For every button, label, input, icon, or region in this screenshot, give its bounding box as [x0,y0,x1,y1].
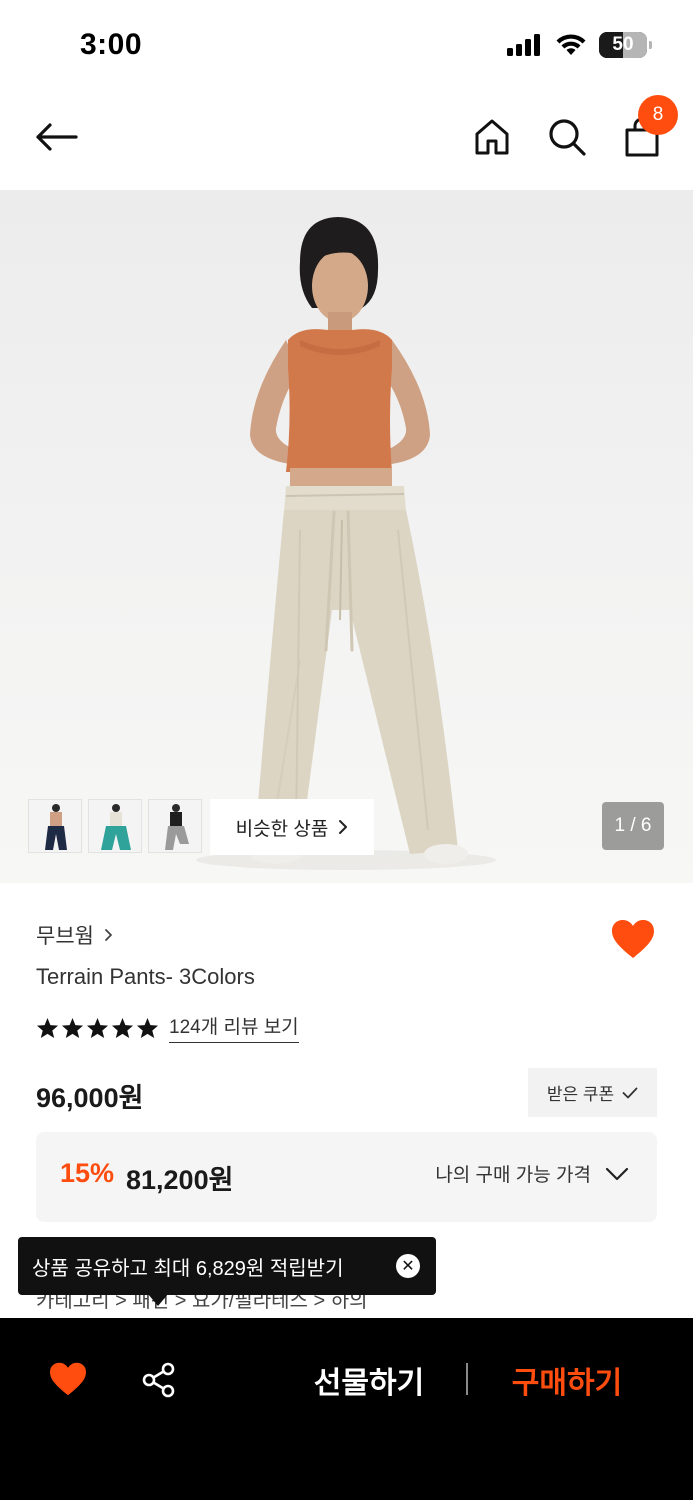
home-button[interactable] [468,112,516,162]
status-icons: 50 [507,32,652,58]
chevron-right-icon [105,929,112,941]
status-time: 3:00 [80,28,143,61]
product-name: Terrain Pants- 3Colors [36,964,255,989]
image-page-indicator: 1 / 6 [602,802,664,850]
my-price-label: 나의 구매 가능 가격 [435,1165,591,1186]
battery-level: 50 [612,34,634,55]
chevron-right-icon [339,820,348,834]
wifi-icon [556,34,586,55]
rating-stars [36,1017,159,1039]
thumbnail-gray[interactable] [148,799,202,853]
share-reward-text: 상품 공유하고 최대 6,829원 적립받기 [32,1257,344,1280]
battery-icon: 50 [599,32,652,58]
bottom-wishlist-button[interactable] [48,1361,88,1402]
original-price: 96,000원 [36,1083,144,1113]
rating-row: 124개 리뷰 보기 [36,1012,299,1043]
thumbnail-navy[interactable] [28,799,82,853]
tooltip-arrow [148,1294,168,1306]
star-icon [111,1017,134,1038]
arrow-left-icon [36,123,78,151]
discount-price: 81,200원 [126,1165,234,1195]
received-coupon-button[interactable]: 받은 쿠폰 [528,1068,657,1117]
buy-button[interactable]: 구매하기 [494,1352,640,1408]
thumbnail-teal[interactable] [88,799,142,853]
color-thumbnails [28,799,202,853]
similar-products-button[interactable]: 비슷한 상품 [210,799,374,855]
star-icon [61,1017,84,1038]
thumbnail-teal-image [101,804,131,850]
heart-icon [50,1362,86,1396]
review-link[interactable]: 124개 리뷰 보기 [169,1012,299,1043]
cart-count-badge: 8 [638,95,678,135]
signal-icon [507,34,540,56]
product-main-image[interactable] [0,190,693,883]
bottom-bar-divider [466,1363,468,1395]
share-icon [142,1362,175,1398]
discount-rate: 15% [60,1158,115,1188]
share-reward-tooltip[interactable]: 상품 공유하고 최대 6,829원 적립받기 ✕ [18,1237,436,1295]
heart-icon [612,920,654,958]
tooltip-close-icon[interactable]: ✕ [396,1254,420,1278]
share-button[interactable] [141,1362,177,1403]
back-button[interactable] [30,112,82,162]
check-icon [622,1087,638,1098]
bottom-action-bar: 선물하기 구매하기 [0,1318,693,1500]
gift-button[interactable]: 선물하기 [296,1352,442,1408]
wishlist-button[interactable] [610,918,656,965]
my-price-toggle[interactable]: 나의 구매 가능 가격 [435,1160,629,1187]
similar-products-label: 비슷한 상품 [235,818,329,840]
brand-name: 무브웜 [36,925,94,948]
status-bar: 3:00 50 [0,0,693,92]
search-icon [549,119,586,156]
model-photo [196,217,496,870]
thumbnail-gray-image [165,804,189,850]
star-icon [36,1017,59,1038]
home-icon [475,119,509,155]
discount-price-box[interactable]: 15% 81,200원 나의 구매 가능 가격 [36,1132,657,1222]
brand-link[interactable]: 무브웜 [36,920,113,950]
star-icon [86,1017,109,1038]
search-button[interactable] [542,112,592,162]
coupon-label: 받은 쿠폰 [546,1085,615,1104]
thumbnail-navy-image [45,804,67,850]
star-icon [136,1017,159,1038]
chevron-down-icon [605,1167,629,1180]
